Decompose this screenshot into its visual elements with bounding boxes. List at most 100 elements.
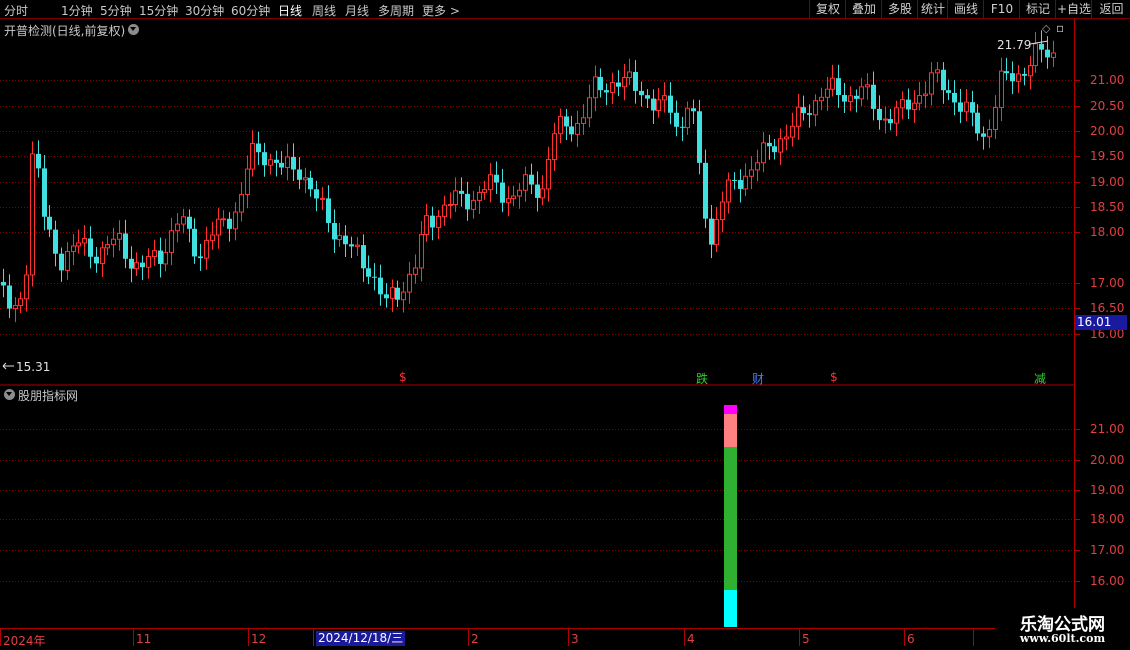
candle-body — [877, 108, 882, 121]
candle-body — [250, 143, 255, 170]
candle-body — [703, 162, 708, 219]
y-tick: 19.00 — [1090, 483, 1125, 497]
candle-body — [146, 255, 151, 268]
candle-body — [656, 99, 661, 111]
candle-body — [221, 218, 226, 221]
high-price-label: 21.79 — [997, 38, 1032, 52]
candle-body — [198, 256, 203, 259]
candle-body — [912, 102, 917, 110]
candle-body — [743, 175, 748, 190]
chevron-down-icon[interactable] — [4, 389, 15, 400]
candle-body — [796, 106, 801, 127]
candle-body — [726, 179, 731, 203]
candle-body — [767, 142, 772, 147]
candle-body — [349, 244, 354, 247]
candle-body — [163, 251, 168, 265]
candle-body — [500, 182, 505, 203]
candle-body — [210, 234, 215, 241]
y-tick: 16.50 — [1090, 301, 1125, 315]
candle-body — [645, 95, 650, 99]
candle-body — [535, 184, 540, 198]
candle-body — [900, 99, 905, 109]
candle-body — [245, 168, 250, 196]
candle-body — [917, 95, 922, 104]
y-tick: 19.50 — [1090, 149, 1125, 163]
candle-body — [494, 174, 499, 183]
candle-body — [285, 156, 290, 169]
candle-body — [627, 71, 632, 79]
window-icon[interactable]: ▫ — [1056, 21, 1064, 35]
candle-body — [604, 90, 609, 93]
candle-body — [488, 174, 493, 191]
candle-body — [326, 198, 331, 224]
candle-body — [807, 113, 812, 115]
candle-body — [123, 233, 128, 259]
date-axis-label: 12 — [251, 632, 267, 646]
candle-body — [227, 218, 232, 229]
candle-body — [233, 211, 238, 230]
candle-body — [720, 201, 725, 220]
candle-body — [274, 159, 279, 163]
candle-body — [714, 218, 719, 246]
candle-body — [680, 126, 685, 128]
candle-body — [24, 274, 29, 300]
candle-body — [511, 195, 516, 200]
candle-body — [47, 216, 52, 230]
indicator-bar-segment — [724, 590, 737, 627]
candle-body — [1033, 43, 1038, 67]
y-tick: 19.00 — [1090, 175, 1125, 189]
candle-body — [268, 159, 273, 166]
candle-body — [558, 115, 563, 135]
candle-body — [622, 77, 627, 88]
kline-chart[interactable] — [0, 0, 1130, 650]
diamond-icon[interactable]: ◇ — [1042, 22, 1050, 35]
candle-body — [569, 126, 574, 135]
candle-body — [593, 76, 598, 99]
candle-body — [477, 191, 482, 201]
candle-body — [685, 107, 690, 129]
candle-body — [674, 112, 679, 127]
candle-body — [53, 229, 58, 254]
candle-body — [314, 189, 319, 199]
candle-body — [633, 71, 638, 91]
candle-body — [279, 162, 284, 168]
y-tick: 17.00 — [1090, 276, 1125, 290]
candle-body — [361, 245, 366, 269]
candle-body — [256, 143, 261, 153]
candle-body — [430, 215, 435, 228]
candle-body — [1004, 71, 1009, 74]
candle-body — [424, 215, 429, 235]
y-tick: 21.00 — [1090, 422, 1125, 436]
candle-body — [813, 100, 818, 116]
candle-body — [239, 194, 244, 213]
selected-date: 2024/12/18/三 — [316, 631, 406, 646]
candle-body — [129, 258, 134, 269]
candle-body — [999, 70, 1004, 109]
candle-body — [216, 218, 221, 236]
candle-body — [42, 168, 47, 217]
candle-body — [691, 108, 696, 112]
signal-marker: $ — [399, 370, 407, 384]
date-axis-label: 3 — [571, 632, 579, 646]
candle-body — [65, 251, 70, 271]
candle-body — [465, 193, 470, 210]
current-price-tag: 16.01 — [1075, 315, 1127, 330]
candle-body — [755, 162, 760, 171]
candle-body — [390, 287, 395, 299]
candle-body — [448, 203, 453, 206]
candle-body — [134, 262, 139, 270]
watermark: 乐淘公式网 www.60lt.com — [995, 608, 1130, 650]
candle-body — [436, 215, 441, 228]
candle-body — [1016, 73, 1021, 82]
date-axis-label: 2024年 — [3, 634, 46, 648]
candle-body — [906, 99, 911, 110]
candle-body — [778, 138, 783, 153]
candle-body — [952, 92, 957, 103]
candle-body — [575, 122, 580, 135]
chevron-down-icon[interactable] — [128, 24, 139, 35]
candle-body — [529, 174, 534, 185]
main-panel-title: 开普检测(日线,前复权) — [4, 24, 126, 38]
candle-body — [854, 95, 859, 99]
candle-body — [935, 69, 940, 74]
candle-body — [1045, 49, 1050, 58]
